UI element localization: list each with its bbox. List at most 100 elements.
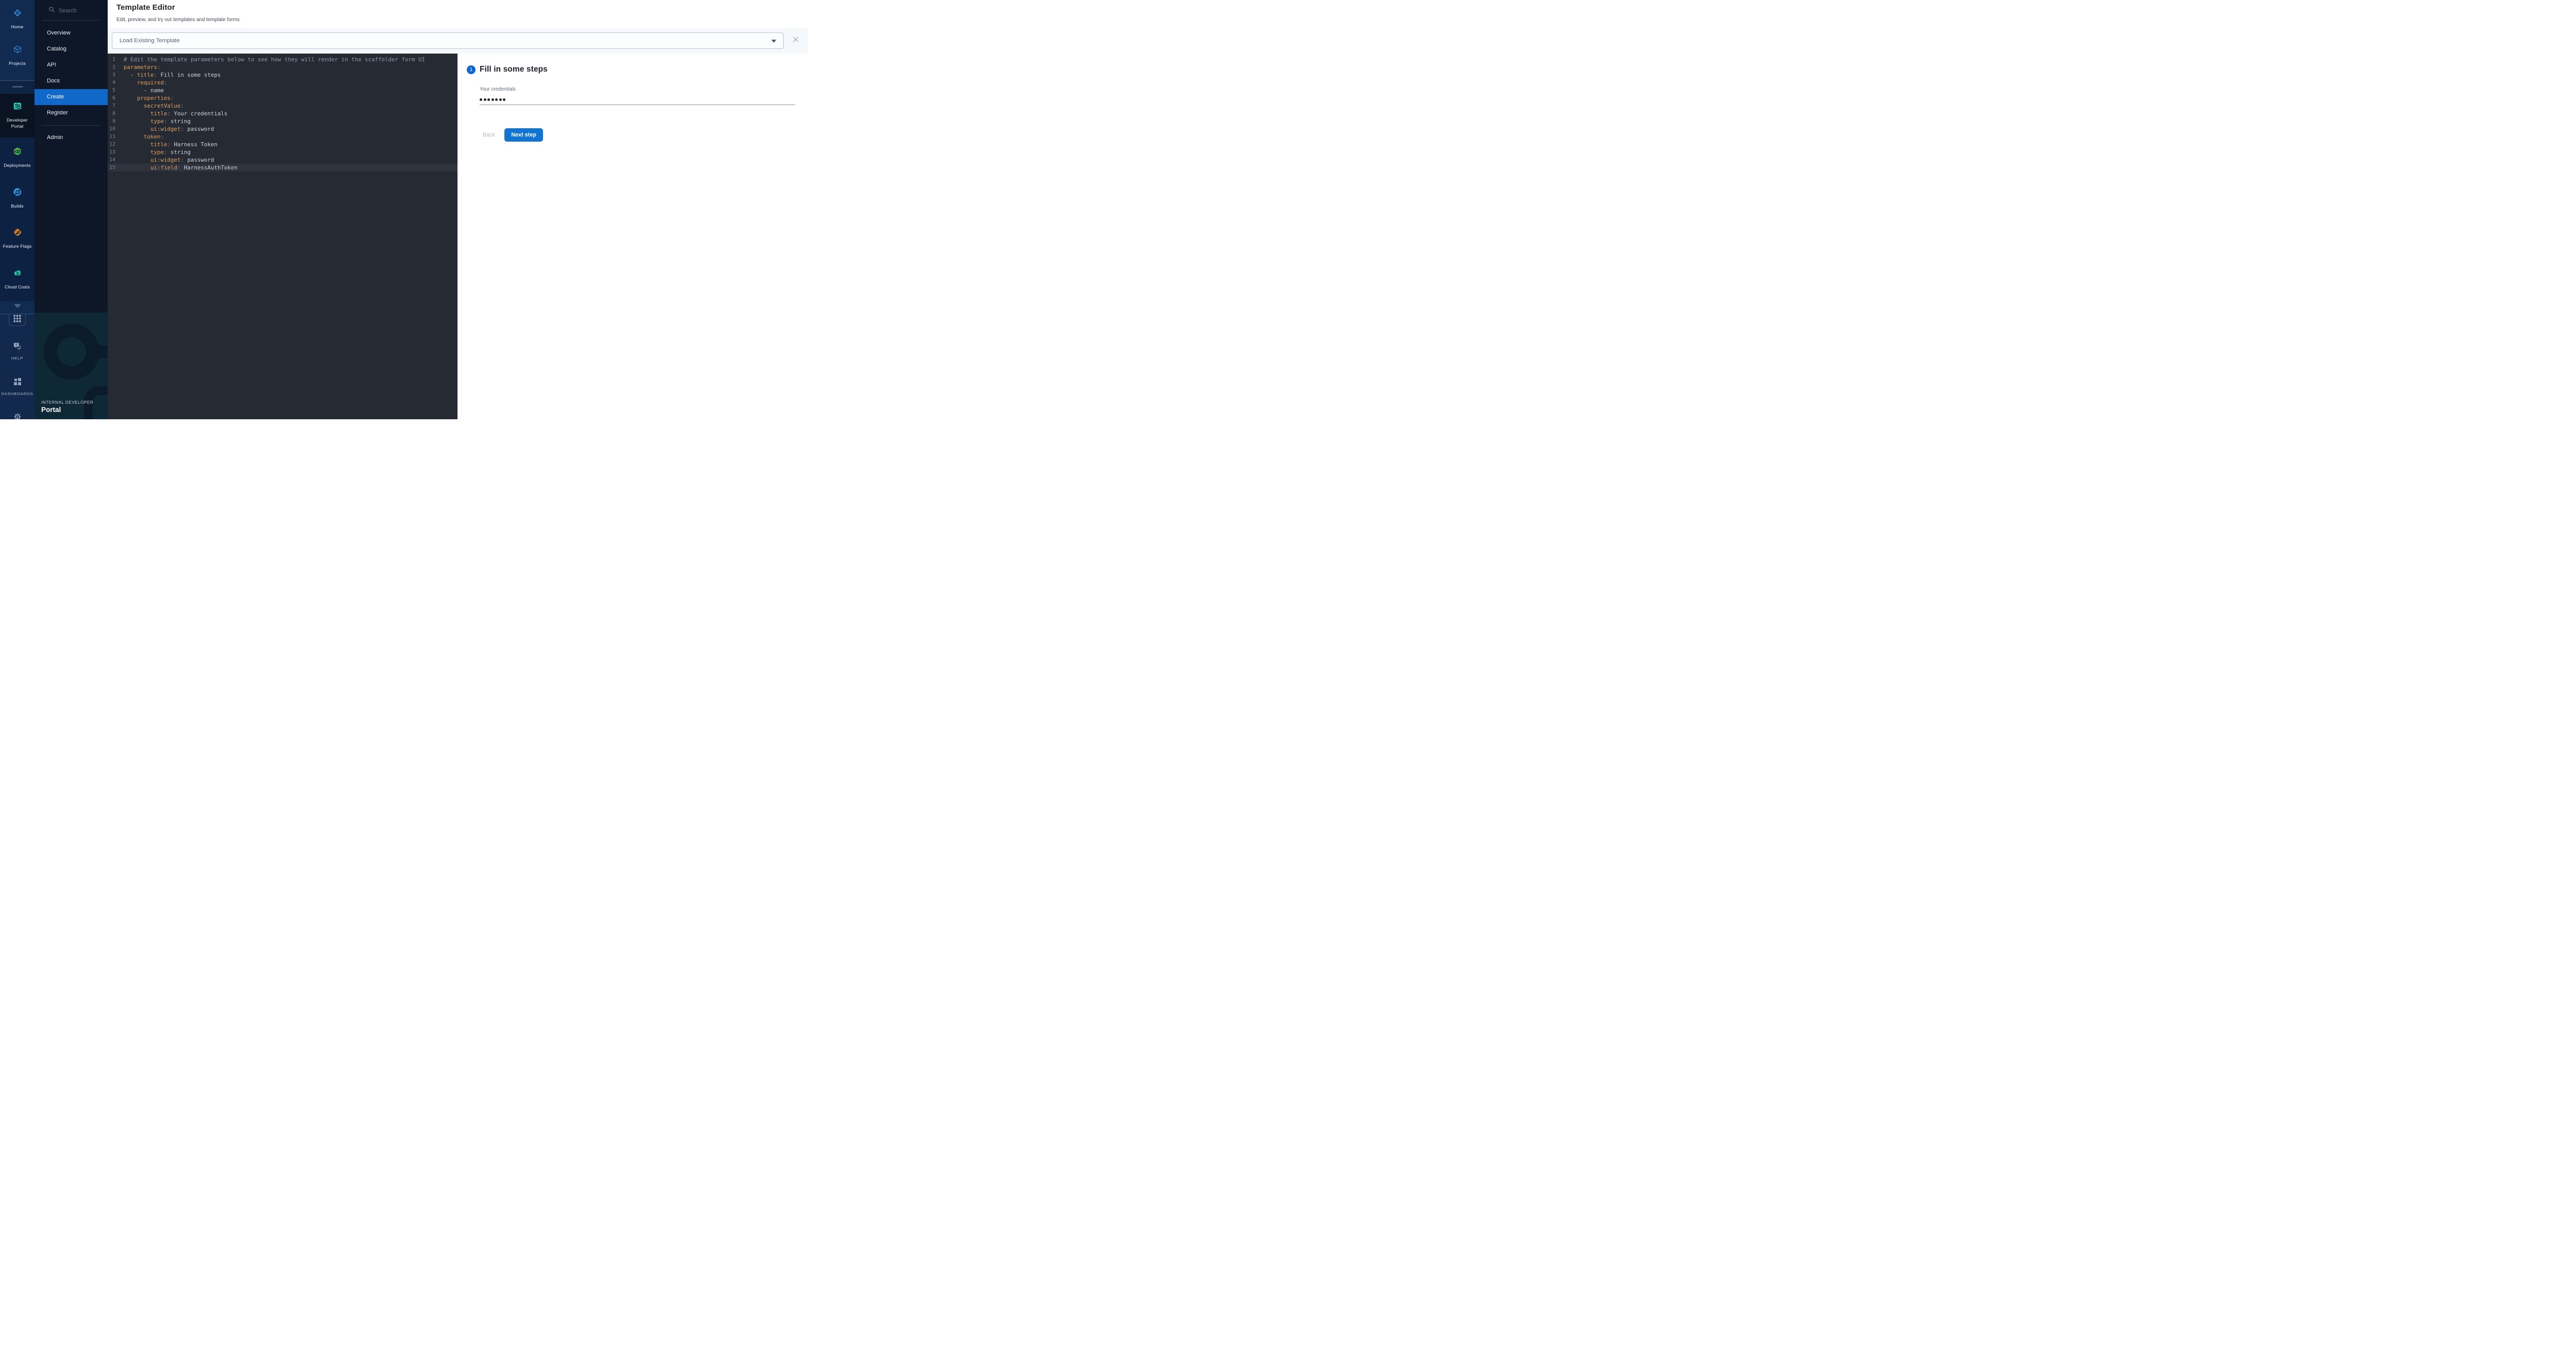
line-number: 1 [108,56,115,63]
line-number: 11 [108,133,115,141]
code-text: ui:widget: password [124,125,214,133]
password-dot [503,98,505,101]
code-text: properties: [124,94,174,102]
rail-item-projects[interactable]: Projects [0,45,35,67]
sidebar-item-create[interactable]: Create [35,89,108,105]
page-title: Template Editor [116,3,175,12]
line-number: 9 [108,117,115,125]
rail-item-cloud-costs[interactable]: $ Cloud Costs [0,259,35,300]
grid-9-icon [13,315,21,325]
brand-eyebrow: INTERNAL DEVELOPER [41,400,93,405]
more-modules-button[interactable] [0,301,35,314]
password-dot [484,98,486,101]
close-button[interactable] [791,37,800,45]
module-picker-button[interactable] [9,314,26,326]
line-number: 15 [108,164,115,172]
rail-item-account-settings[interactable]: ACCOUNT SETTINGS [0,413,35,419]
code-line-2[interactable]: 2 parameters: [108,63,457,71]
rail-item-dashboards[interactable]: DASHBOARDS [0,378,35,397]
svg-text:?: ? [15,344,18,347]
code-line-3[interactable]: 3 - title: Fill in some steps [108,71,457,79]
page-header: Template Editor Edit, preview, and try o… [108,0,808,28]
line-number: 7 [108,102,115,110]
search-icon [48,6,55,15]
template-toolbar: Load Existing Template [108,28,808,54]
chevron-down-icon [14,301,21,311]
code-text: token: [124,133,164,141]
rail-item-label: DASHBOARDS [0,391,34,397]
rail-modules-section: Developer Portal Deployments Builds Feature… [0,94,35,301]
code-text: title: Harness Token [124,141,217,148]
code-text: - name [124,87,164,94]
rail-item-label: Cloud Costs [4,284,31,290]
rail-item-label: Feature Flags [2,244,33,250]
line-number: 14 [108,156,115,164]
form-preview-panel: 1 Fill in some steps Your credentials Ba… [457,54,808,419]
code-line-10[interactable]: 10 ui:widget: password [108,125,457,133]
sidebar-item-api[interactable]: API [35,57,108,73]
code-text: # Edit the template parameters below to … [124,56,425,63]
content: 1 # Edit the template parameters below to… [108,54,808,419]
password-dot [487,98,490,101]
code-line-11[interactable]: 11 token: [108,133,457,141]
credentials-field-label: Your credentials [480,87,516,92]
rail-item-builds[interactable]: Builds [0,178,35,219]
sidebar-search[interactable]: Search [35,0,108,20]
rail-item-developer-portal[interactable]: Developer Portal [0,94,35,138]
yaml-code-editor[interactable]: 1 # Edit the template parameters below to… [108,54,457,419]
rail-item-feature-flags[interactable]: Feature Flags [0,218,35,259]
module-rail: Home Projects Developer Portal Deployments… [0,0,35,419]
rail-item-label: HELP [10,356,24,362]
portal-brand: INTERNAL DEVELOPER Portal [41,400,93,414]
code-line-9[interactable]: 9 type: string [108,117,457,125]
sidebar-item-overview[interactable]: Overview [35,25,108,41]
code-line-1[interactable]: 1 # Edit the template parameters below to… [108,56,457,63]
password-dot [495,98,498,101]
code-line-15[interactable]: 15 ui:field: HarnessAuthToken [108,164,457,172]
sidebar-divider [42,20,100,21]
rail-item-label: Home [10,24,25,30]
next-step-button[interactable]: Next step [504,128,543,142]
line-number: 10 [108,125,115,133]
line-number: 3 [108,71,115,79]
code-text: type: string [124,117,191,125]
decor-donut-shape [44,324,99,380]
close-icon [792,36,800,46]
collapse-handle[interactable] [12,86,23,88]
password-input[interactable] [480,98,505,101]
code-line-13[interactable]: 13 type: string [108,148,457,156]
idp-sidebar: Search OverviewCatalogAPIDocsCreateRegis… [35,0,108,419]
rail-item-label: Projects [8,61,27,67]
sidebar-divider-admin [42,125,100,126]
dropdown-caret-icon [771,40,776,43]
code-text: ui:widget: password [124,156,214,164]
feature-flags-icon [13,228,22,239]
sidebar-item-docs[interactable]: Docs [35,73,108,89]
rail-item-deployments[interactable]: Deployments [0,138,35,178]
cloud-costs-icon: $ [13,268,22,280]
code-line-6[interactable]: 6 properties: [108,94,457,102]
rail-item-label: Developer Portal [0,117,35,129]
rail-item-help[interactable]: ? HELP [0,342,35,362]
code-text: ui:field: HarnessAuthToken [124,164,238,172]
sidebar-item-catalog[interactable]: Catalog [35,41,108,57]
wizard-buttons: Back Next step [480,128,543,142]
code-line-5[interactable]: 5 - name [108,87,457,94]
code-line-7[interactable]: 7 secretValue: [108,102,457,110]
load-existing-template-select[interactable]: Load Existing Template [112,32,784,49]
code-text: title: Your credentials [124,110,228,117]
code-line-4[interactable]: 4 required: [108,79,457,87]
sidebar-item-register[interactable]: Register [35,105,108,121]
sidebar-item-admin[interactable]: Admin [35,130,108,146]
line-number: 5 [108,87,115,94]
back-button[interactable]: Back [480,132,498,138]
code-line-12[interactable]: 12 title: Harness Token [108,141,457,148]
main-area: Template Editor Edit, preview, and try o… [108,0,808,419]
rail-item-label: Builds [10,203,25,210]
rail-primary-section: Home Projects [0,0,35,66]
code-line-14[interactable]: 14 ui:widget: password [108,156,457,164]
rail-item-home[interactable]: Home [0,8,35,30]
code-line-8[interactable]: 8 title: Your credentials [108,110,457,117]
line-number: 2 [108,63,115,71]
code-text: parameters: [124,63,161,71]
